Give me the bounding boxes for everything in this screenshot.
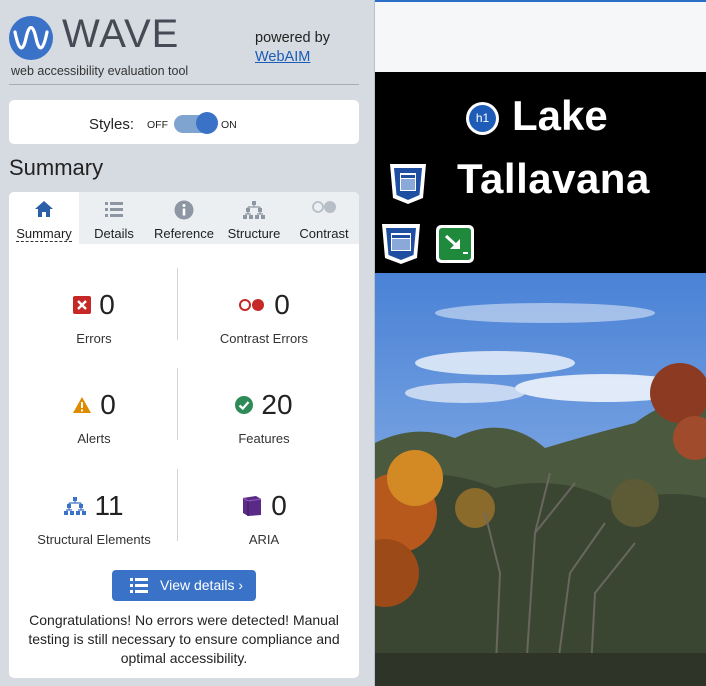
h1-badge-text: h1 xyxy=(469,105,496,132)
header-region-icon[interactable] xyxy=(387,163,429,205)
errors-label: Errors xyxy=(76,331,112,346)
tab-reference[interactable]: Reference xyxy=(149,192,219,244)
evaluated-page: h1 Lake Tallavana xyxy=(375,0,706,686)
wave-logo-icon xyxy=(9,16,53,60)
aria-stat[interactable]: 0 ARIA xyxy=(179,488,349,547)
tab-details-label: Details xyxy=(94,226,134,241)
view-details-label: View details › xyxy=(160,577,244,593)
powered-by-label: powered by xyxy=(255,30,330,46)
styles-on-label: ON xyxy=(221,119,237,131)
alerts-stat[interactable]: 0 Alerts xyxy=(9,387,179,446)
errors-stat[interactable]: 0 Errors xyxy=(9,287,179,346)
view-details-button[interactable]: View details › xyxy=(112,570,256,601)
structural-icon xyxy=(64,497,87,515)
styles-label: Styles: xyxy=(89,116,135,133)
wave-logo-text: WAVE xyxy=(62,12,180,56)
features-stat[interactable]: 20 Features xyxy=(179,387,349,446)
page-top-bar xyxy=(375,0,706,72)
list-icon xyxy=(79,200,149,220)
list-icon xyxy=(130,578,148,593)
aria-label: ARIA xyxy=(248,532,280,547)
aria-count: 0 xyxy=(271,490,287,521)
styles-toggle[interactable] xyxy=(174,112,218,134)
wave-brand: WAVE web accessibility evaluation tool p… xyxy=(9,12,364,78)
contrast-errors-label: Contrast Errors xyxy=(219,331,309,346)
tab-contrast[interactable]: Contrast xyxy=(289,192,359,244)
tab-contrast-label: Contrast xyxy=(299,226,349,241)
page-header: h1 Lake Tallavana xyxy=(375,72,706,273)
tab-summary-label: Summary xyxy=(16,226,72,242)
feature-icon xyxy=(235,396,254,414)
contrast-errors-count: 0 xyxy=(274,289,290,320)
structural-elements-count: 11 xyxy=(94,490,124,521)
wave-sidebar: WAVE web accessibility evaluation tool p… xyxy=(0,0,375,686)
summary-heading: Summary xyxy=(9,155,104,180)
structure-icon xyxy=(219,200,289,220)
summary-panel: Summary Details Reference Structure Cont… xyxy=(9,192,359,678)
structural-elements-label: Structural Elements xyxy=(37,532,151,547)
toggle-knob[interactable] xyxy=(196,112,218,134)
tab-details[interactable]: Details xyxy=(79,192,149,244)
contrast-icon xyxy=(289,200,359,220)
congratulations-message: Congratulations! No errors were detected… xyxy=(28,612,340,666)
alerts-count: 0 xyxy=(100,389,116,420)
wave-tagline: web accessibility evaluation tool xyxy=(11,64,189,78)
tab-structure-label: Structure xyxy=(227,226,281,241)
page-heading-line1: Lake xyxy=(512,92,608,139)
brand-divider xyxy=(9,84,359,85)
tab-structure[interactable]: Structure xyxy=(219,192,289,244)
structural-elements-stat[interactable]: 11 Structural Elements xyxy=(9,488,179,547)
contrast-errors-stat[interactable]: 0 Contrast Errors xyxy=(179,287,349,346)
errors-count: 0 xyxy=(99,289,115,320)
contrast-error-icon xyxy=(239,299,265,311)
features-count: 20 xyxy=(261,389,293,420)
webaim-link[interactable]: WebAIM xyxy=(255,49,310,65)
aria-icon xyxy=(242,496,262,516)
info-icon xyxy=(149,200,219,220)
h1-icon[interactable]: h1 xyxy=(466,102,499,135)
skip-link-icon[interactable] xyxy=(436,225,474,263)
tab-summary[interactable]: Summary xyxy=(9,192,79,244)
lake-photo xyxy=(375,273,706,686)
styles-toggle-box: Styles: OFF ON xyxy=(9,100,359,144)
page-heading-line2: Tallavana xyxy=(457,155,650,202)
main-region-icon[interactable] xyxy=(380,223,422,265)
features-label: Features xyxy=(238,431,290,446)
panel-tabs: Summary Details Reference Structure Cont… xyxy=(9,192,359,244)
styles-off-label: OFF xyxy=(147,119,168,131)
alert-icon xyxy=(73,397,92,413)
alerts-label: Alerts xyxy=(77,431,111,446)
home-icon xyxy=(9,200,79,220)
error-icon xyxy=(73,296,92,314)
tab-reference-label: Reference xyxy=(154,226,214,241)
